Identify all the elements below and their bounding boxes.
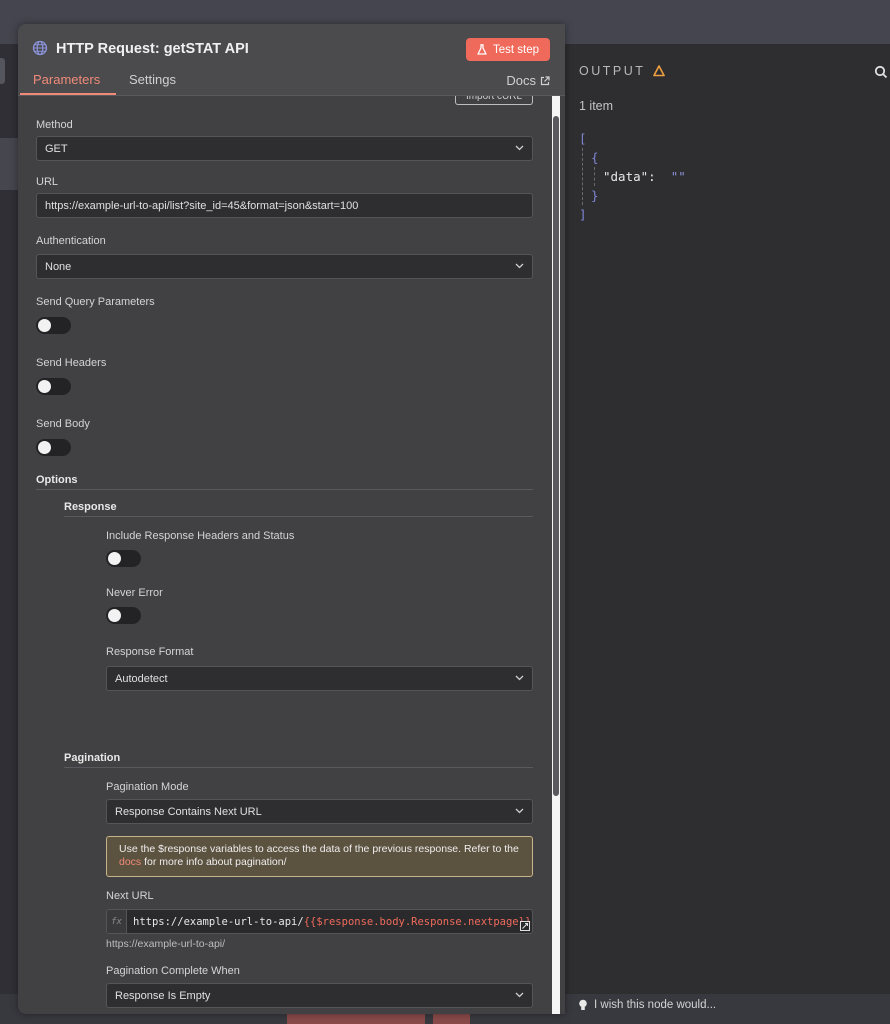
docs-label: Docs	[506, 73, 536, 88]
test-step-label: Test step	[492, 43, 540, 56]
response-divider	[64, 516, 533, 517]
send-body-toggle[interactable]	[36, 439, 71, 456]
json-object-open: {	[591, 150, 599, 165]
docs-link[interactable]: Docs	[506, 73, 550, 88]
send-headers-label: Send Headers	[36, 357, 107, 369]
response-format-label: Response Format	[106, 646, 194, 658]
method-select[interactable]: GET	[36, 136, 533, 161]
complete-when-value: Response Is Empty	[115, 989, 211, 1002]
pagination-section-title: Pagination	[64, 752, 121, 764]
send-headers-toggle[interactable]	[36, 378, 71, 395]
json-colon: :	[648, 169, 656, 184]
url-value: https://example-url-to-api/list?site_id=…	[45, 199, 359, 212]
pagination-mode-label: Pagination Mode	[106, 781, 189, 793]
authentication-value: None	[45, 260, 72, 273]
test-step-button[interactable]: Test step	[466, 38, 550, 61]
node-title[interactable]: HTTP Request: getSTAT API	[56, 41, 249, 57]
canvas-left-panel-edge	[0, 138, 18, 190]
toggle-knob	[38, 319, 51, 332]
toggle-knob	[108, 609, 121, 622]
authentication-label: Authentication	[36, 235, 106, 247]
url-input[interactable]: https://example-url-to-api/list?site_id=…	[36, 193, 533, 218]
output-panel: OUTPUT 1 item [ { "data": "" } ]	[565, 44, 890, 994]
scrollbar-thumb[interactable]	[553, 116, 559, 796]
canvas-left-tab[interactable]	[0, 58, 5, 84]
parameters-panel: Import cURL Method GET URL https://examp…	[18, 96, 565, 1014]
next-url-literal: https://example-url-to-api/	[133, 915, 304, 928]
output-title-text: OUTPUT	[579, 64, 646, 78]
pagination-mode-value: Response Contains Next URL	[115, 805, 262, 818]
external-link-icon	[540, 75, 550, 85]
authentication-select[interactable]: None	[36, 254, 533, 279]
output-json: [ { "data": "" } ]	[579, 129, 686, 224]
flask-icon	[477, 44, 487, 55]
chevron-down-icon	[515, 145, 524, 151]
pagination-mode-select[interactable]: Response Contains Next URL	[106, 799, 533, 824]
json-array-body: { "data": "" }	[582, 148, 686, 205]
lightbulb-icon	[579, 999, 587, 1010]
response-format-select[interactable]: Autodetect	[106, 666, 533, 691]
send-body-label: Send Body	[36, 418, 90, 430]
notice-text-post: for more info about pagination/	[141, 856, 287, 868]
json-object-body: "data": ""	[594, 167, 686, 186]
output-title: OUTPUT	[579, 64, 666, 78]
response-format-value: Autodetect	[115, 672, 168, 685]
pagination-notice: Use the $response variables to access th…	[106, 836, 533, 877]
options-divider	[36, 489, 533, 490]
toggle-knob	[38, 380, 51, 393]
feedback-hint[interactable]: I wish this node would...	[578, 999, 716, 1011]
next-url-label: Next URL	[106, 890, 154, 902]
never-error-label: Never Error	[106, 587, 163, 599]
send-query-toggle[interactable]	[36, 317, 71, 334]
chevron-down-icon	[515, 675, 524, 681]
json-array-close: ]	[579, 207, 587, 222]
toggle-knob	[38, 441, 51, 454]
node-details-modal: HTTP Request: getSTAT API Test step Para…	[18, 24, 565, 1014]
fx-icon: fx	[107, 910, 127, 933]
globe-icon	[32, 40, 48, 56]
toggle-knob	[108, 552, 121, 565]
complete-when-label: Pagination Complete When	[106, 965, 240, 977]
send-query-label: Send Query Parameters	[36, 296, 155, 308]
chevron-down-icon	[515, 808, 524, 814]
chevron-down-icon	[515, 992, 524, 998]
json-key[interactable]: "data"	[603, 169, 648, 184]
json-object-close: }	[591, 188, 599, 203]
import-curl-button[interactable]: Import cURL	[455, 96, 533, 105]
complete-when-select[interactable]: Response Is Empty	[106, 983, 533, 1008]
pagination-divider	[64, 767, 533, 768]
tab-parameters[interactable]: Parameters	[33, 72, 100, 87]
response-section-title: Response	[64, 501, 117, 513]
active-tab-indicator	[20, 93, 116, 95]
url-label: URL	[36, 176, 59, 188]
expand-icon[interactable]	[520, 921, 530, 931]
notice-text-pre: Use the $response variables to access th…	[119, 843, 519, 855]
method-label: Method	[36, 119, 73, 131]
json-array-open: [	[579, 131, 587, 146]
search-icon[interactable]	[874, 65, 888, 79]
next-url-expression-input[interactable]: fx https://example-url-to-api/{{$respons…	[106, 909, 533, 934]
include-headers-toggle[interactable]	[106, 550, 141, 567]
json-value[interactable]: ""	[671, 169, 686, 184]
next-url-expression: {{$response.body.Response.nextpage}}	[303, 915, 532, 928]
chevron-down-icon	[515, 263, 524, 269]
include-headers-label: Include Response Headers and Status	[106, 530, 295, 542]
output-item-count: 1 item	[579, 99, 614, 113]
tab-settings[interactable]: Settings	[129, 72, 176, 87]
warning-icon	[653, 65, 666, 77]
next-url-preview: https://example-url-to-api/	[106, 938, 226, 950]
options-title: Options	[36, 474, 78, 486]
modal-header: HTTP Request: getSTAT API Test step Para…	[18, 24, 565, 96]
docs-inline-link[interactable]: docs	[119, 856, 141, 868]
feedback-hint-text: I wish this node would...	[594, 999, 717, 1011]
method-value: GET	[45, 142, 68, 155]
never-error-toggle[interactable]	[106, 607, 141, 624]
